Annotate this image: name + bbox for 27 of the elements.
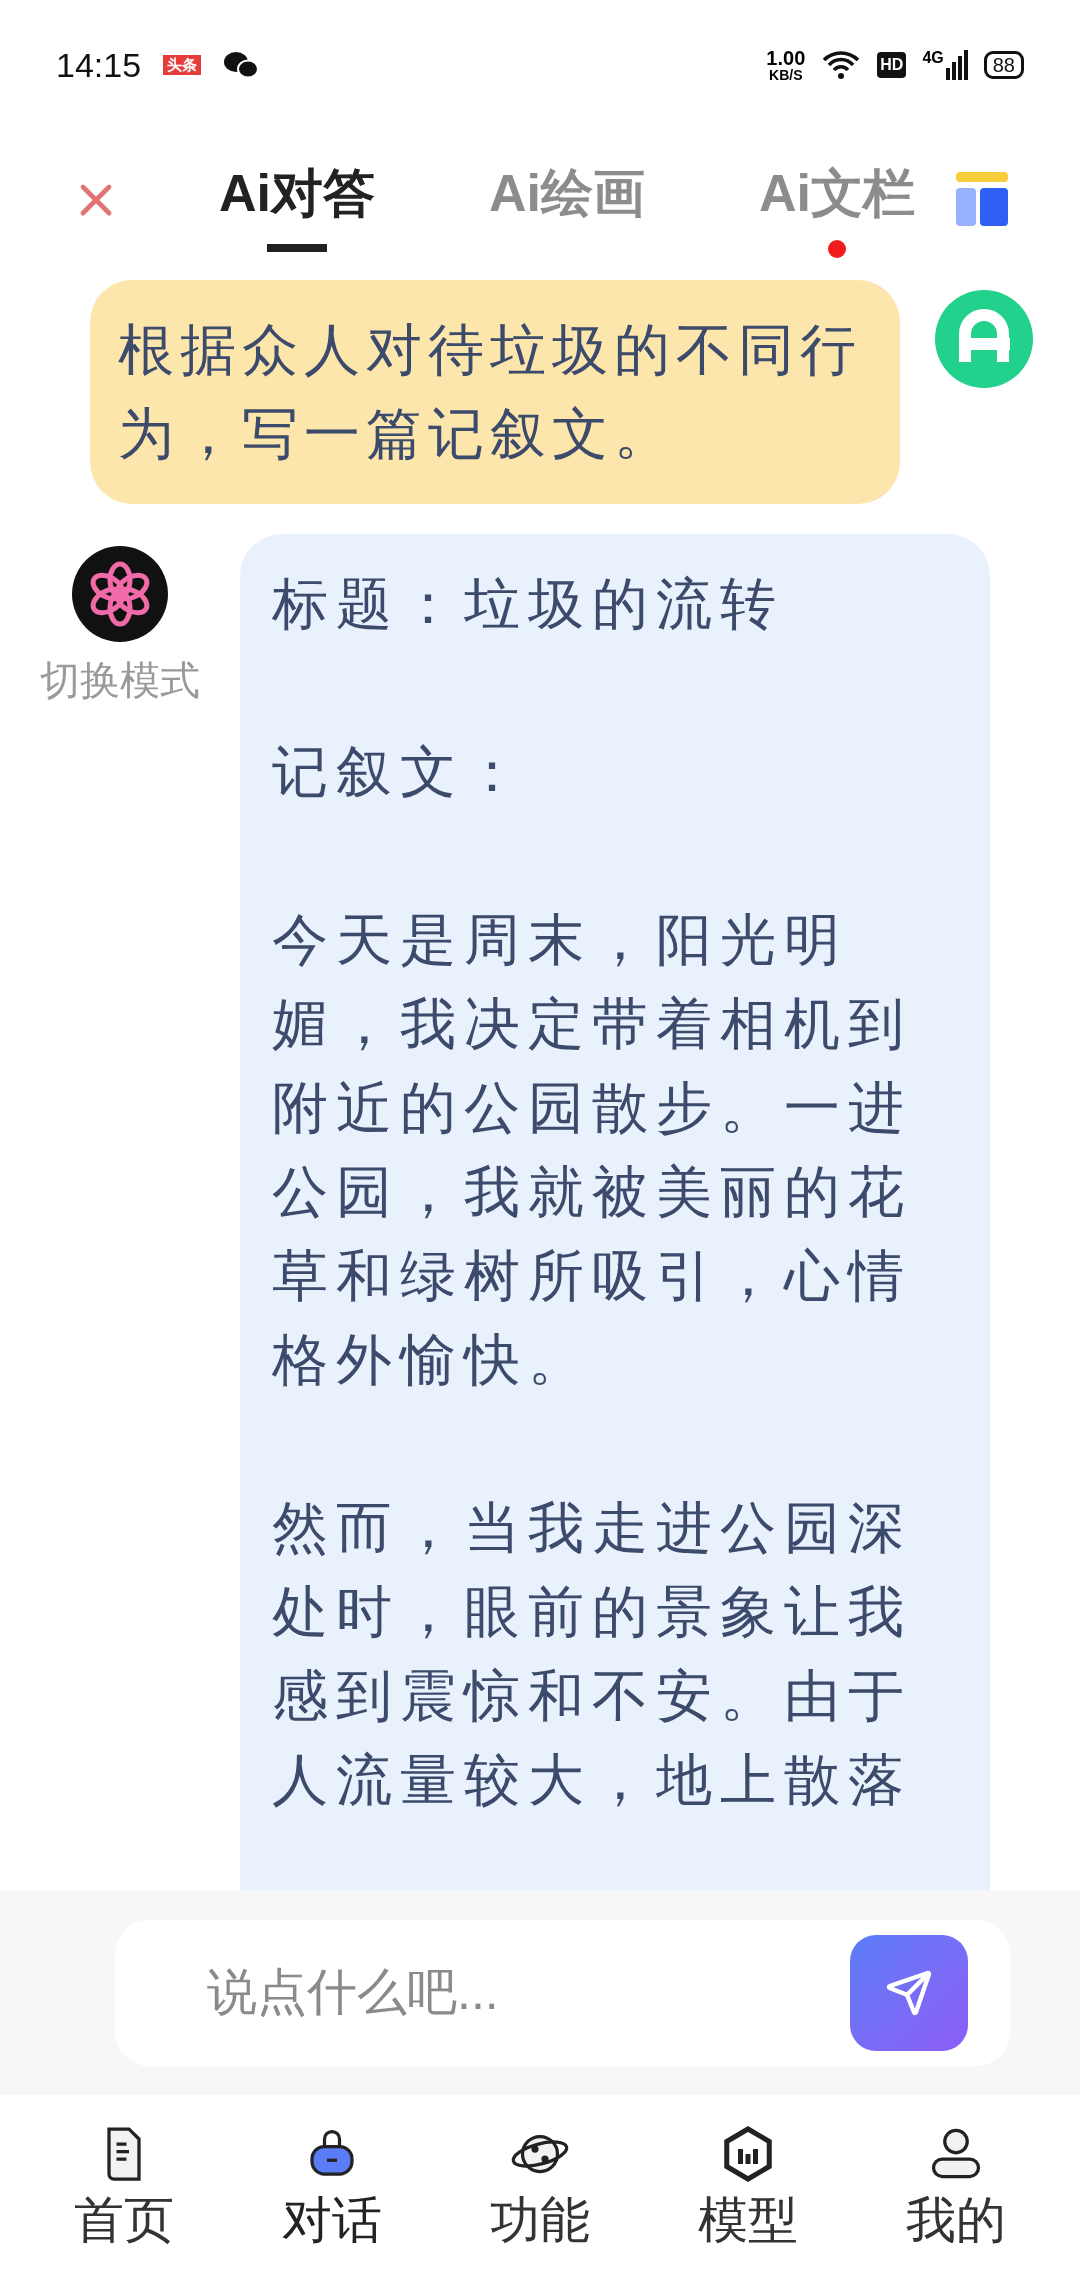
speed-unit: KB/S — [769, 68, 803, 82]
nav-item[interactable]: 模型 — [698, 2187, 798, 2252]
nav-item[interactable]: 对话 — [282, 2187, 382, 2252]
wifi-icon — [821, 50, 862, 80]
flower-logo-icon[interactable] — [72, 546, 168, 642]
message-text: 然而，当我走进公园深处时，眼前的景象让我感到震惊和不安。由于人流量较大，地上散落 — [272, 1495, 913, 1813]
paper-plane-icon — [885, 1968, 933, 2017]
app-logo-icon — [935, 290, 1033, 388]
hd-badge: HD — [877, 52, 907, 78]
message-text: 今天是周末，阳光明媚，我决定带着相机到附近的公园散步。一进公园，我就被美丽的花草和绿树所吸引，心情格外愉快。 — [272, 907, 913, 1393]
network-type: 4G — [922, 50, 944, 66]
message-text: 根据众人对待垃圾的不同行为，写一篇记叙文。 — [118, 317, 863, 467]
message-text: 标题：垃圾的流转 — [272, 571, 785, 637]
nav-item[interactable]: 功能 — [490, 2187, 590, 2252]
message-text: 记叙文： — [272, 739, 529, 805]
battery-indicator: 88 — [983, 51, 1024, 79]
nav-item[interactable]: 我的 — [906, 2187, 1006, 2252]
news-app-badge: 头条 — [163, 55, 202, 75]
signal-icon — [945, 50, 968, 80]
status-time: 14:15 — [56, 44, 142, 86]
nav-item[interactable]: 首页 — [74, 2187, 174, 2252]
layout-grid-icon[interactable] — [954, 172, 1010, 228]
network-speed: 1.00 — [766, 48, 806, 68]
tab[interactable]: Ai对答 — [192, 148, 402, 238]
send-button[interactable] — [850, 1934, 968, 2051]
message-input-box[interactable]: 说点什么吧... — [115, 1919, 1010, 2066]
chat-bubbles-icon — [223, 50, 260, 80]
